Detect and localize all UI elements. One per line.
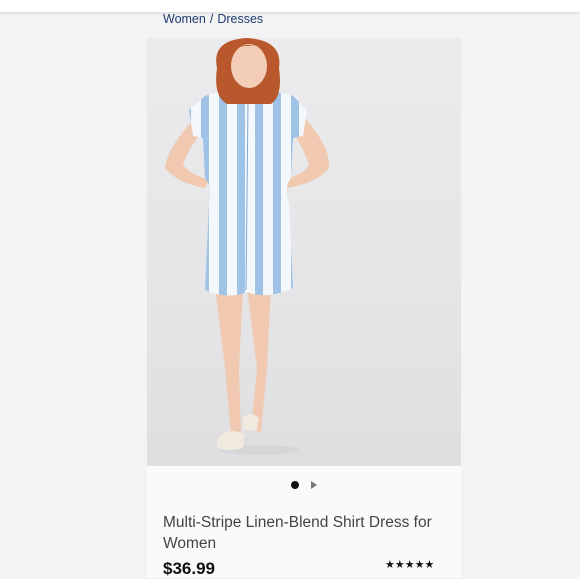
model-illustration — [165, 38, 330, 455]
product-photo[interactable] — [147, 38, 461, 466]
product-price: $36.99 — [163, 559, 215, 578]
carousel-dot-active[interactable] — [291, 481, 299, 489]
breadcrumb-separator: / — [209, 12, 214, 26]
top-bar — [0, 0, 580, 12]
product-title[interactable]: Multi-Stripe Linen-Blend Shirt Dress for… — [163, 512, 453, 554]
breadcrumb: Women / Dresses — [163, 12, 263, 26]
breadcrumb-dresses-link[interactable]: Dresses — [217, 12, 263, 26]
carousel-next-arrow-icon[interactable] — [311, 481, 317, 489]
breadcrumb-women-link[interactable]: Women — [163, 12, 206, 26]
carousel-indicator — [147, 478, 461, 492]
product-card: Multi-Stripe Linen-Blend Shirt Dress for… — [147, 38, 461, 578]
rating-stars[interactable]: ★★★★★ — [385, 558, 434, 571]
